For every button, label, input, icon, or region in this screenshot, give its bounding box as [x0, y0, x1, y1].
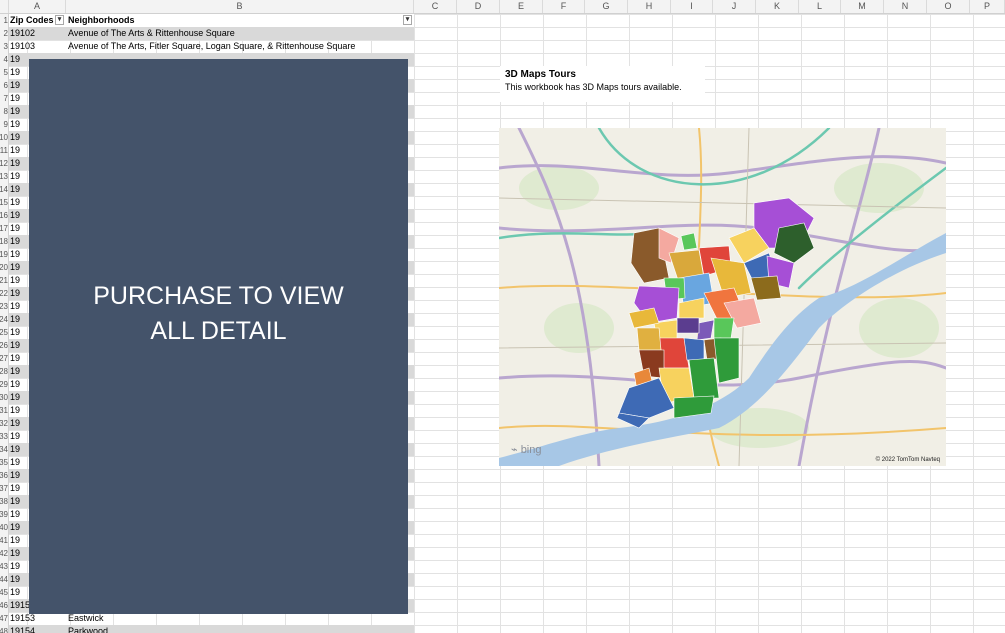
zip-filter-dropdown-icon[interactable]: ▾	[55, 15, 64, 25]
bing-logo: ⌁ bing	[511, 443, 541, 456]
column-header-m[interactable]: M	[841, 0, 884, 13]
column-header-j[interactable]: J	[713, 0, 756, 13]
row-header[interactable]: 26	[0, 339, 8, 352]
row-header[interactable]: 38	[0, 495, 8, 508]
row-header[interactable]: 31	[0, 404, 8, 417]
row-header[interactable]: 4	[0, 53, 8, 66]
column-header-n[interactable]: N	[884, 0, 927, 13]
row-header[interactable]: 48	[0, 625, 8, 633]
row-header[interactable]: 16	[0, 209, 8, 222]
row-header[interactable]: 21	[0, 274, 8, 287]
row-header[interactable]: 18	[0, 235, 8, 248]
3d-maps-tours-box[interactable]: 3D Maps Tours This workbook has 3D Maps …	[500, 66, 705, 102]
column-header-e[interactable]: E	[500, 0, 543, 13]
purchase-message: PURCHASE TO VIEW ALL DETAIL	[93, 282, 344, 345]
column-header-h[interactable]: H	[628, 0, 671, 13]
row-header[interactable]: 15	[0, 196, 8, 209]
row-header[interactable]: 37	[0, 482, 8, 495]
row-header[interactable]: 24	[0, 313, 8, 326]
row-header[interactable]: 2	[0, 27, 8, 40]
row-header[interactable]: 5	[0, 66, 8, 79]
zip-cell[interactable]: 19103	[9, 40, 67, 53]
row-header[interactable]: 14	[0, 183, 8, 196]
bing-text: bing	[520, 444, 542, 456]
row-header[interactable]: 13	[0, 170, 8, 183]
row-header[interactable]: 32	[0, 417, 8, 430]
column-header-i[interactable]: I	[671, 0, 713, 13]
tours-description: This workbook has 3D Maps tours availabl…	[505, 82, 682, 92]
map-graphic	[499, 128, 946, 466]
column-header-f[interactable]: F	[543, 0, 585, 13]
neighborhood-cell[interactable]: Avenue of The Arts, Fitler Square, Logan…	[67, 40, 415, 53]
row-header[interactable]: 33	[0, 430, 8, 443]
row-header[interactable]: 17	[0, 222, 8, 235]
table-row[interactable]: 19102 Avenue of The Arts & Rittenhouse Sq…	[9, 27, 414, 40]
column-header-g[interactable]: G	[585, 0, 628, 13]
row-header[interactable]: 34	[0, 443, 8, 456]
tours-title: 3D Maps Tours	[505, 69, 576, 80]
column-header-d[interactable]: D	[457, 0, 500, 13]
row-header[interactable]: 40	[0, 521, 8, 534]
3d-map-image[interactable]: ⌁ bing © 2022 TomTom Navteq	[499, 128, 946, 466]
header-zip-label: Zip Codes	[10, 15, 54, 25]
neighborhood-filter-dropdown-icon[interactable]: ▾	[403, 15, 412, 25]
map-copyright: © 2022 TomTom Navteq	[875, 457, 940, 463]
zip-cell[interactable]: 19102	[9, 27, 67, 40]
row-header[interactable]: 11	[0, 144, 8, 157]
row-header[interactable]: 27	[0, 352, 8, 365]
row-header[interactable]: 19	[0, 248, 8, 261]
row-header[interactable]: 6	[0, 79, 8, 92]
neighborhood-cell[interactable]: Parkwood	[67, 625, 415, 633]
table-header-row: Zip Codes ▾ Neighborhoods ▾	[9, 14, 414, 28]
row-header[interactable]: 8	[0, 105, 8, 118]
row-header[interactable]: 41	[0, 534, 8, 547]
row-header[interactable]: 28	[0, 365, 8, 378]
row-header[interactable]: 29	[0, 378, 8, 391]
neighborhood-cell[interactable]: Avenue of The Arts & Rittenhouse Square	[67, 27, 415, 40]
row-header[interactable]: 10	[0, 131, 8, 144]
row-header[interactable]: 43	[0, 560, 8, 573]
row-header[interactable]: 46	[0, 599, 8, 612]
row-header[interactable]: 45	[0, 586, 8, 599]
row-header[interactable]: 36	[0, 469, 8, 482]
row-header[interactable]: 12	[0, 157, 8, 170]
header-neighborhoods[interactable]: Neighborhoods	[67, 14, 414, 27]
bing-icon: ⌁	[511, 444, 518, 456]
column-header-k[interactable]: K	[756, 0, 799, 13]
row-header[interactable]: 44	[0, 573, 8, 586]
row-header[interactable]: 39	[0, 508, 8, 521]
row-header-column: 1234567891011121314151617181920212223242…	[0, 14, 9, 633]
row-header[interactable]: 35	[0, 456, 8, 469]
row-header[interactable]: 20	[0, 261, 8, 274]
row-header[interactable]: 1	[0, 14, 8, 27]
row-header[interactable]: 22	[0, 287, 8, 300]
table-row[interactable]: 19154 Parkwood	[9, 625, 414, 633]
row-header[interactable]: 9	[0, 118, 8, 131]
column-header-row: A B C D E F G H I J K L M N O P	[0, 0, 1005, 14]
column-header-l[interactable]: L	[799, 0, 841, 13]
header-neighborhood-label: Neighborhoods	[68, 15, 135, 25]
row-header[interactable]: 25	[0, 326, 8, 339]
table-row[interactable]: 19103 Avenue of The Arts, Fitler Square, …	[9, 40, 414, 53]
row-header[interactable]: 7	[0, 92, 8, 105]
column-header-p[interactable]: P	[970, 0, 1005, 13]
column-header-a[interactable]: A	[9, 0, 66, 13]
row-header[interactable]: 42	[0, 547, 8, 560]
column-header-b[interactable]: B	[66, 0, 414, 13]
corner-select-all[interactable]	[0, 0, 9, 13]
zip-cell[interactable]: 19154	[9, 625, 67, 633]
row-header[interactable]: 23	[0, 300, 8, 313]
column-header-c[interactable]: C	[414, 0, 457, 13]
row-header[interactable]: 47	[0, 612, 8, 625]
row-header[interactable]: 30	[0, 391, 8, 404]
purchase-overlay: PURCHASE TO VIEW ALL DETAIL	[29, 59, 408, 614]
column-header-o[interactable]: O	[927, 0, 970, 13]
row-header[interactable]: 3	[0, 40, 8, 53]
